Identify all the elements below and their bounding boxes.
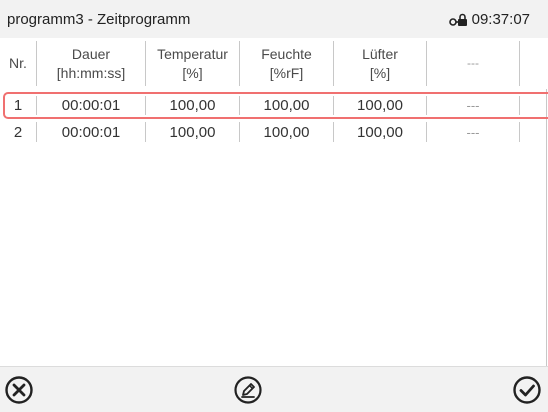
- bottom-toolbar: [0, 366, 548, 412]
- table-row[interactable]: 2 00:00:01 100,00 100,00 100,00 ---: [0, 120, 548, 145]
- column-divider: [145, 122, 146, 142]
- column-divider: [519, 122, 520, 142]
- column-divider: [36, 122, 37, 142]
- cell-luefter: 100,00: [357, 124, 403, 141]
- selected-row-highlight: [3, 92, 548, 119]
- cancel-button[interactable]: [4, 375, 34, 405]
- column-divider: [333, 122, 334, 142]
- column-header-extra: ---: [467, 56, 479, 70]
- cell-feuchte: 100,00: [263, 124, 310, 141]
- status-clock: 09:37:07: [448, 11, 530, 28]
- table-header: Nr. Dauer [hh:mm:ss] Temperatur [%] Feuc…: [0, 38, 548, 89]
- edit-button[interactable]: [233, 375, 263, 405]
- column-header-dauer: Dauer [hh:mm:ss]: [56, 45, 126, 81]
- cell-nr: 2: [13, 124, 23, 141]
- lock-key-icon: [448, 13, 468, 27]
- cell-dauer: 00:00:01: [61, 124, 121, 141]
- cell-extra: ---: [466, 125, 480, 140]
- close-circle-icon: [4, 375, 34, 405]
- column-divider: [239, 122, 240, 142]
- cell-temperatur: 100,00: [169, 124, 216, 141]
- column-divider: [519, 41, 520, 86]
- title-bar: programm3 - Zeitprogramm 09:37:07: [0, 0, 548, 38]
- column-header-temperatur: Temperatur [%]: [157, 45, 228, 81]
- column-divider: [426, 41, 427, 86]
- column-divider: [36, 41, 37, 86]
- confirm-button[interactable]: [512, 375, 542, 405]
- check-circle-icon: [512, 375, 542, 405]
- column-header-nr: Nr.: [9, 55, 27, 71]
- page-title: programm3 - Zeitprogramm: [7, 11, 191, 28]
- edit-pencil-icon: [233, 375, 263, 405]
- column-divider: [333, 41, 334, 86]
- column-header-feuchte: Feuchte [%rF]: [261, 45, 312, 81]
- column-divider: [426, 122, 427, 142]
- column-divider: [145, 41, 146, 86]
- column-header-luefter: Lüfter [%]: [362, 45, 398, 81]
- clock-time: 09:37:07: [471, 11, 530, 28]
- column-divider: [239, 41, 240, 86]
